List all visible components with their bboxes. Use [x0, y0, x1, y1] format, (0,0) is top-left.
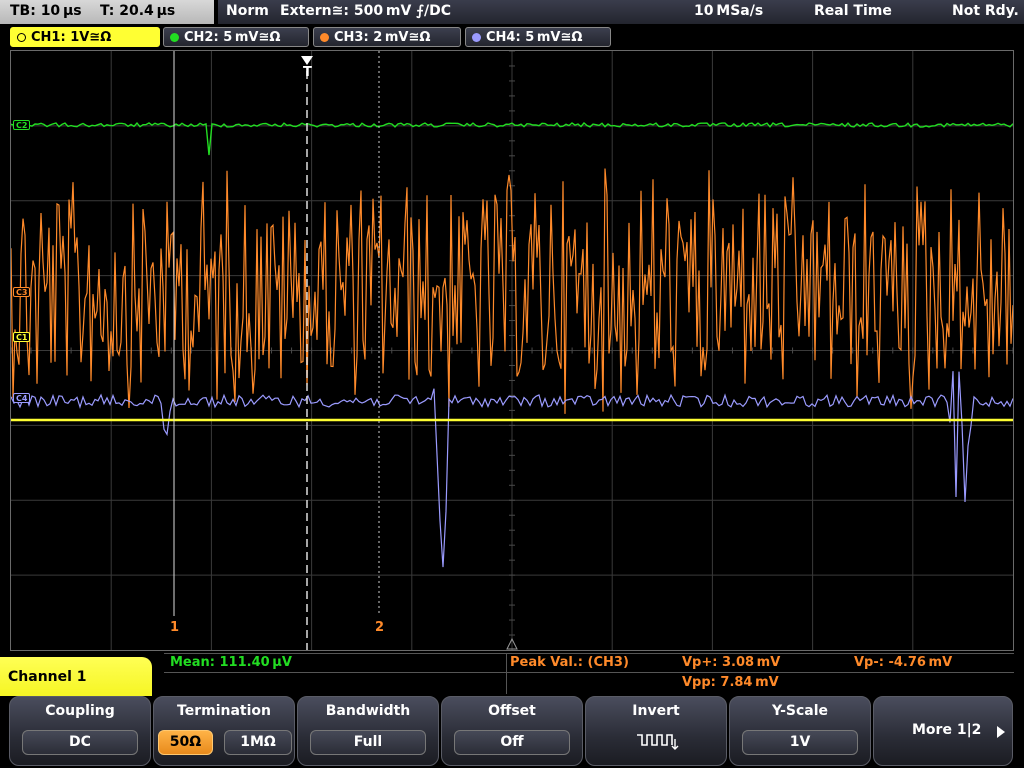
tab-ch4[interactable]: CH4: 5 mV≅Ω — [465, 27, 611, 47]
offset-button[interactable]: Offset Off — [441, 696, 583, 766]
tab-ch3[interactable]: CH3: 2 mV≅Ω — [313, 27, 461, 47]
bandwidth-value[interactable]: Full — [310, 730, 426, 755]
ch3-level-marker[interactable]: C3 — [13, 287, 31, 297]
cursor1-label[interactable]: 1 — [170, 620, 179, 635]
ch3-dot-icon — [320, 32, 329, 42]
invert-button[interactable]: Invert — [585, 696, 727, 766]
mean-measurement: Mean: 111.40 µV — [170, 655, 292, 670]
peak-value-label: Peak Val.: (CH3) — [510, 655, 629, 670]
more-label: More 1|2 — [912, 722, 982, 738]
ch2-level-marker[interactable]: C2 — [13, 120, 31, 130]
ch4-level-marker[interactable]: C4 — [13, 393, 31, 403]
termination-1mohm-option[interactable]: 1MΩ — [224, 730, 292, 755]
meas-divider — [506, 654, 507, 694]
more-button[interactable]: More 1|2 — [873, 696, 1013, 766]
termination-button[interactable]: Termination 50Ω 1MΩ — [153, 696, 295, 766]
trigger-source: Extern≅: 500 mV ⨍/DC — [280, 3, 452, 19]
menu-title: Channel 1 — [0, 657, 152, 699]
softkey-bar: Coupling DC Termination 50Ω 1MΩ Bandwidt… — [0, 696, 1024, 768]
channel-tabs: CH1: 1V≅Ω CH2: 5 mV≅Ω CH3: 2 mV≅Ω CH4: 5… — [0, 27, 1024, 47]
ch2-dot-icon — [170, 32, 179, 42]
meas-divider-horizontal — [164, 672, 1014, 673]
ch4-dot-icon — [472, 32, 481, 42]
top-status-bar: TB: 10 µs T: 20.4 µs Norm Extern≅: 500 m… — [0, 0, 1024, 24]
tab-ch1[interactable]: CH1: 1V≅Ω — [10, 27, 160, 47]
coupling-value[interactable]: DC — [22, 730, 138, 755]
bandwidth-label: Bandwidth — [325, 703, 411, 719]
timebase-box[interactable]: TB: 10 µs T: 20.4 µs — [0, 0, 214, 24]
vp-minus-measurement: Vp-: -4.76 mV — [854, 655, 953, 670]
measurement-bar[interactable]: Mean: 111.40 µV Peak Val.: (CH3) Vp+: 3.… — [164, 653, 1014, 694]
y-scale-value[interactable]: 1V — [742, 730, 858, 755]
y-scale-label: Y-Scale — [771, 703, 828, 719]
waveform-display[interactable]: C2 C3 C1 C4 T 1 2 — [10, 50, 1014, 651]
tab-ch3-label: CH3: 2 mV≅Ω — [334, 29, 431, 45]
termination-label: Termination — [177, 703, 271, 719]
coupling-label: Coupling — [45, 703, 115, 719]
vpp-measurement: Vpp: 7.84 mV — [682, 675, 779, 690]
tab-ch2-label: CH2: 5 mV≅Ω — [184, 29, 281, 45]
offset-value[interactable]: Off — [454, 730, 570, 755]
y-scale-button[interactable]: Y-Scale 1V — [729, 696, 871, 766]
cursor2-label[interactable]: 2 — [375, 620, 384, 635]
termination-50ohm-option[interactable]: 50Ω — [158, 730, 213, 755]
sample-rate: 10 MSa/s — [694, 3, 764, 19]
bandwidth-button[interactable]: Bandwidth Full — [297, 696, 439, 766]
next-page-arrow-icon — [997, 726, 1005, 738]
ch1-dot-icon — [17, 32, 26, 42]
invert-waveform-icon — [637, 734, 679, 750]
coupling-button[interactable]: Coupling DC — [9, 696, 151, 766]
tab-ch4-label: CH4: 5 mV≅Ω — [486, 29, 583, 45]
offset-label: Offset — [488, 703, 536, 719]
tab-ch1-label: CH1: 1V≅Ω — [31, 29, 112, 45]
trigger-position-label: T: 20.4 µs — [100, 3, 176, 19]
tab-ch2[interactable]: CH2: 5 mV≅Ω — [163, 27, 309, 47]
acquisition-status[interactable]: Norm Extern≅: 500 mV ⨍/DC 10 MSa/s Real … — [218, 0, 1024, 24]
trigger-marker-label[interactable]: T — [303, 65, 312, 80]
trigger-mode: Norm — [226, 3, 269, 19]
ch1-level-marker[interactable]: C1 — [13, 332, 31, 342]
trigger-state: Not Rdy. — [952, 3, 1019, 19]
acquisition-mode: Real Time — [814, 3, 892, 19]
timebase-label: TB: 10 µs — [10, 3, 82, 19]
waveform-canvas — [11, 51, 1013, 650]
invert-label: Invert — [632, 703, 680, 719]
vp-plus-measurement: Vp+: 3.08 mV — [682, 655, 781, 670]
